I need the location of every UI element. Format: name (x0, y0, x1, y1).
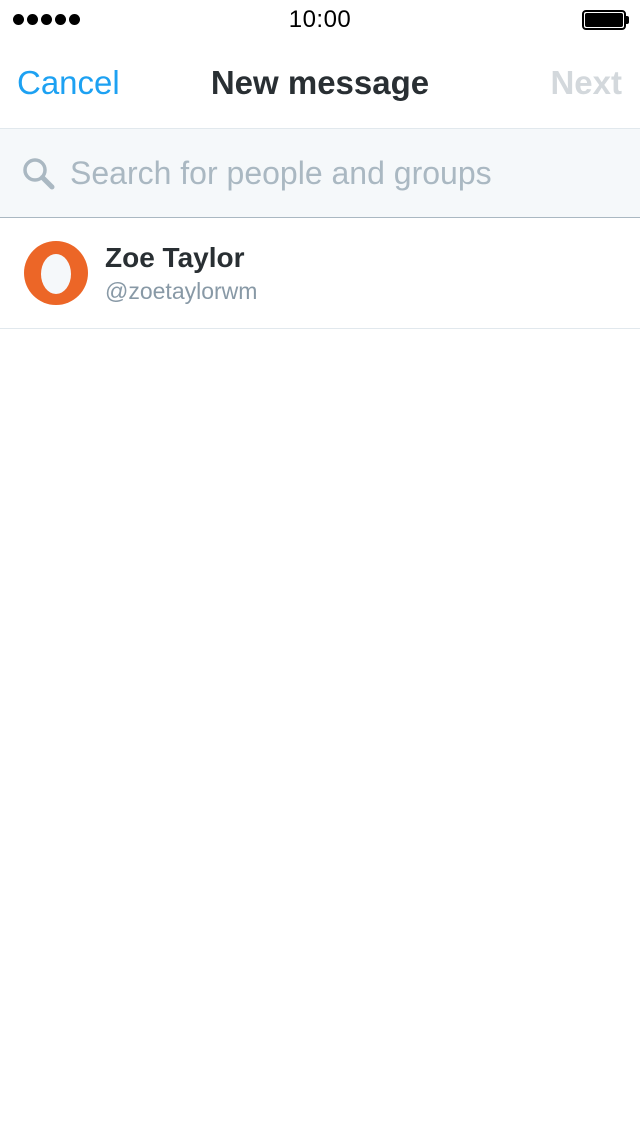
avatar (24, 241, 88, 305)
status-bar: 10:00 (0, 0, 640, 40)
search-results-list: Zoe Taylor @zoetaylorwm (0, 218, 640, 329)
contact-handle: @zoetaylorwm (105, 278, 258, 304)
search-bar (0, 128, 640, 218)
next-button[interactable]: Next (550, 64, 622, 102)
new-message-screen: 10:00 Cancel New message Next Zoe Taylor… (0, 0, 640, 1136)
status-time: 10:00 (288, 6, 352, 33)
search-icon (23, 158, 55, 190)
contact-name: Zoe Taylor (105, 242, 245, 273)
page-title: New message (210, 64, 430, 101)
search-input[interactable] (70, 151, 610, 195)
navigation-bar: Cancel New message Next (0, 40, 640, 128)
list-item[interactable]: Zoe Taylor @zoetaylorwm (0, 218, 640, 329)
battery-icon (582, 10, 629, 30)
